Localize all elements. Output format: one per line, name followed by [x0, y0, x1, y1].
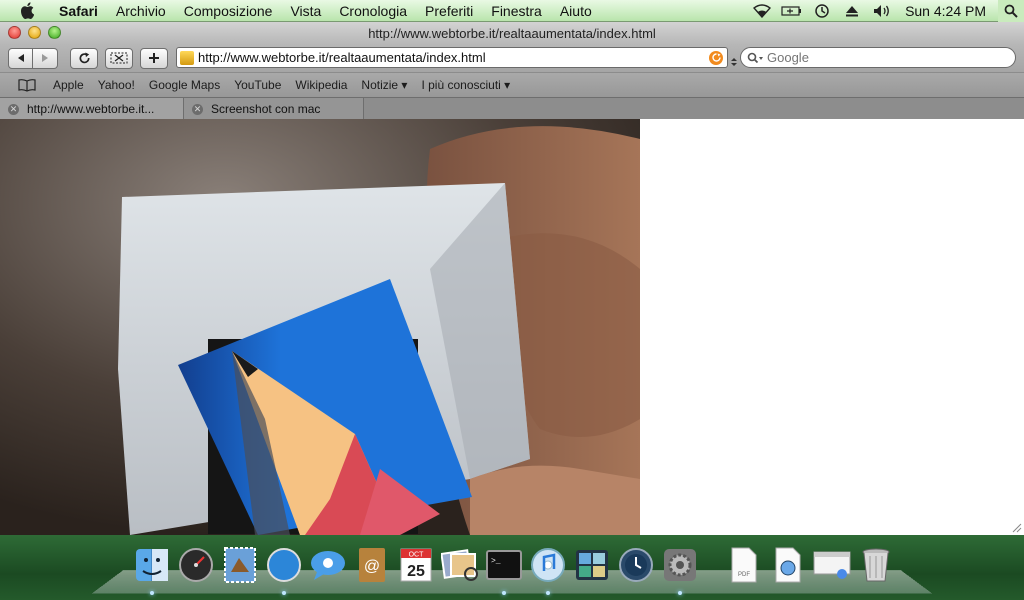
tab-screenshot-con-mac[interactable]: ✕ Screenshot con mac: [184, 98, 364, 120]
resize-grip-icon[interactable]: [1010, 521, 1022, 533]
itunes-icon[interactable]: [528, 545, 568, 595]
snip-button[interactable]: [105, 47, 133, 69]
eject-icon[interactable]: [840, 2, 864, 20]
page-content: [0, 119, 1024, 535]
address-book-icon[interactable]: @: [352, 545, 392, 585]
bookmark-wikipedia[interactable]: Wikipedia: [288, 78, 354, 92]
finder-icon[interactable]: [132, 545, 172, 595]
menu-preferiti[interactable]: Preferiti: [416, 3, 482, 19]
iphoto-icon[interactable]: [440, 545, 480, 585]
webcam-frame-image: [0, 119, 640, 535]
running-indicator: [150, 591, 154, 595]
bookmark-google-maps[interactable]: Google Maps: [142, 78, 227, 92]
ichat-icon[interactable]: [308, 545, 348, 585]
menu-vista[interactable]: Vista: [281, 3, 330, 19]
tab-label: Screenshot con mac: [211, 102, 321, 116]
system-preferences-icon[interactable]: [660, 545, 700, 595]
title-bar[interactable]: http://www.webtorbe.it/realtaaumentata/i…: [0, 22, 1024, 44]
ical-month-label: OCT: [409, 552, 425, 559]
trash-icon[interactable]: [856, 545, 896, 585]
menu-app-name[interactable]: Safari: [50, 3, 107, 19]
address-bar[interactable]: [176, 47, 728, 68]
window-controls: [8, 26, 61, 39]
menubar-clock[interactable]: Sun 4:24 PM: [897, 3, 998, 19]
spaces-icon[interactable]: [572, 545, 612, 585]
menu-finestra[interactable]: Finestra: [482, 3, 551, 19]
bookmark-yahoo[interactable]: Yahoo!: [91, 78, 142, 92]
close-tab-icon[interactable]: ✕: [8, 103, 19, 115]
url-dropdown-icon[interactable]: [731, 54, 737, 69]
ical-date-label: 25: [407, 563, 425, 580]
site-favicon-icon: [180, 50, 194, 65]
running-indicator: [502, 591, 506, 595]
bookmark-piu-conosciuti-folder[interactable]: I più conosciuti ▾: [414, 78, 517, 92]
minimize-window-button[interactable]: [28, 26, 41, 39]
search-bar[interactable]: [740, 47, 1016, 68]
time-machine-icon[interactable]: [616, 545, 656, 585]
tab-webtorbe[interactable]: ✕ http://www.webtorbe.it...: [0, 98, 184, 120]
menu-composizione[interactable]: Composizione: [175, 3, 282, 19]
dock-separator: [704, 545, 720, 585]
bookmark-notizie-folder[interactable]: Notizie ▾: [354, 78, 414, 92]
mail-stamp-icon[interactable]: [220, 545, 260, 585]
menu-archivio[interactable]: Archivio: [107, 3, 175, 19]
search-input[interactable]: [763, 50, 1015, 65]
bookmarks-book-icon[interactable]: [18, 78, 36, 92]
bookmark-youtube[interactable]: YouTube: [227, 78, 288, 92]
pdf-document-icon[interactable]: PDF: [724, 545, 764, 585]
dashboard-icon[interactable]: [176, 545, 216, 585]
time-machine-menu-icon[interactable]: [810, 2, 834, 20]
toolbar: [0, 44, 1024, 72]
svg-text:PDF: PDF: [738, 572, 750, 578]
volume-icon[interactable]: [870, 2, 894, 20]
spotlight-icon[interactable]: [998, 0, 1024, 22]
close-window-button[interactable]: [8, 26, 21, 39]
add-bookmark-button[interactable]: [140, 47, 168, 69]
running-indicator: [546, 591, 550, 595]
dock: @ OCT 25 >_ PDF: [0, 535, 1024, 600]
running-indicator: [282, 591, 286, 595]
back-button[interactable]: [8, 47, 33, 69]
apple-menu-icon[interactable]: [18, 2, 36, 20]
webcam-ar-view[interactable]: [0, 119, 640, 535]
forward-button[interactable]: [33, 47, 58, 69]
close-tab-icon[interactable]: ✕: [192, 103, 203, 115]
menu-aiuto[interactable]: Aiuto: [551, 3, 601, 19]
window-title: http://www.webtorbe.it/realtaaumentata/i…: [368, 25, 656, 41]
bookmarks-bar: Apple Yahoo! Google Maps YouTube Wikiped…: [0, 72, 1024, 97]
zoom-window-button[interactable]: [48, 26, 61, 39]
menu-cronologia[interactable]: Cronologia: [330, 3, 416, 19]
reload-button[interactable]: [70, 47, 98, 69]
search-icon[interactable]: [747, 52, 763, 64]
tab-label: http://www.webtorbe.it...: [27, 102, 155, 116]
nav-buttons: [8, 47, 58, 69]
dock-icons: @ OCT 25 >_ PDF: [132, 545, 896, 595]
svg-text:>_: >_: [491, 557, 501, 566]
tab-bar: ✕ http://www.webtorbe.it... ✕ Screenshot…: [0, 97, 1024, 120]
preview-document-icon[interactable]: [768, 545, 808, 585]
menubar: Safari Archivio Composizione Vista Crono…: [0, 0, 1024, 22]
svg-text:@: @: [364, 558, 380, 575]
wifi-icon[interactable]: [750, 2, 774, 20]
rss-icon[interactable]: [709, 50, 723, 65]
url-input[interactable]: [198, 50, 709, 65]
running-indicator: [678, 591, 682, 595]
ical-icon[interactable]: OCT 25: [396, 545, 436, 585]
bookmark-apple[interactable]: Apple: [46, 78, 91, 92]
battery-icon[interactable]: [780, 2, 804, 20]
safari-icon[interactable]: [264, 545, 304, 595]
terminal-icon[interactable]: >_: [484, 545, 524, 595]
safari-window: http://www.webtorbe.it/realtaaumentata/i…: [0, 22, 1024, 120]
installer-icon[interactable]: [812, 545, 852, 585]
